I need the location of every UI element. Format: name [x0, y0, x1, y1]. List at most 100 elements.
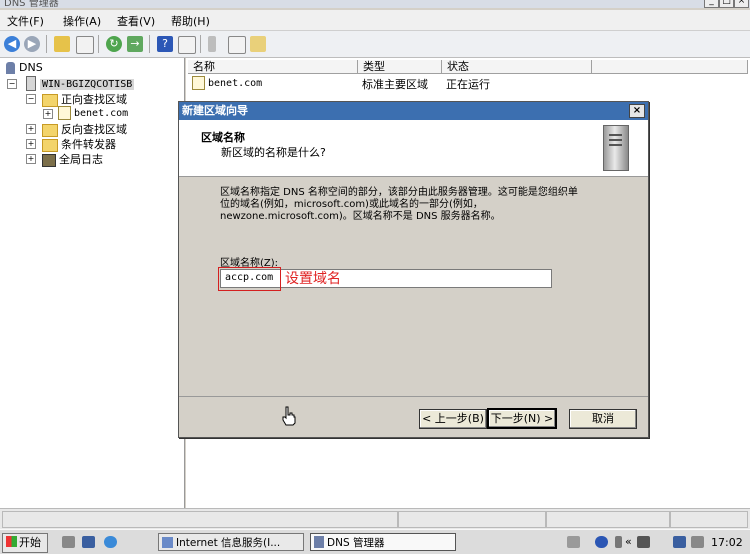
- folder-icon: [42, 93, 58, 107]
- status-segment: [670, 511, 748, 528]
- tree-node-conditional-forwarders[interactable]: 条件转发器: [42, 136, 116, 152]
- new-zone-wizard-dialog: 新建区域向导 × 区域名称 新区域的名称是什么? 区域名称指定 DNS 名称空间…: [178, 101, 649, 438]
- expand-toggle[interactable]: +: [26, 139, 36, 149]
- back-arrow-icon[interactable]: ◀: [4, 36, 20, 52]
- close-window-button[interactable]: ×: [734, 0, 749, 8]
- toolbar-separator: [46, 35, 47, 53]
- window-title: DNS 管理器: [4, 0, 59, 8]
- folder-icon: [42, 123, 58, 137]
- list-row-type: 标准主要区域: [362, 78, 428, 91]
- server-graphic-icon: [603, 125, 629, 171]
- tree-label: 条件转发器: [61, 138, 116, 151]
- start-button[interactable]: 开始: [2, 533, 48, 553]
- minimize-button[interactable]: _: [704, 0, 719, 8]
- tree-label: benet.com: [74, 108, 129, 119]
- tree-label: DNS: [19, 61, 43, 74]
- tree-label: WIN-BGIZQCOTISB: [40, 78, 135, 90]
- tree-node-benet-zone[interactable]: benet.com: [58, 106, 128, 120]
- dialog-close-button[interactable]: ×: [629, 104, 645, 118]
- show-hide-tree-icon[interactable]: [76, 36, 94, 54]
- menu-file[interactable]: 文件(F): [7, 13, 44, 29]
- expand-toggle[interactable]: +: [26, 124, 36, 134]
- windows-logo-icon: [6, 536, 17, 547]
- status-bar: [0, 508, 750, 529]
- server-icon[interactable]: [208, 36, 216, 52]
- tray-icon[interactable]: [567, 536, 580, 548]
- keyboard-icon[interactable]: [637, 536, 650, 548]
- refresh-icon[interactable]: ↻: [106, 36, 122, 52]
- system-tray: « 17:02: [565, 533, 748, 551]
- expand-toggle[interactable]: +: [26, 154, 36, 164]
- zone-icon[interactable]: [250, 36, 266, 52]
- collapse-toggle[interactable]: −: [7, 79, 17, 89]
- column-header-name[interactable]: 名称: [188, 60, 358, 74]
- tree-node-forward-zones[interactable]: 正向查找区域: [42, 91, 127, 107]
- help-tray-icon[interactable]: [595, 536, 608, 548]
- next-button[interactable]: 下一步(N) >: [487, 408, 557, 429]
- dns-root-icon: [6, 62, 15, 74]
- list-row-name[interactable]: benet.com: [192, 76, 262, 90]
- menu-bar: 文件(F) 操作(A) 查看(V) 帮助(H): [0, 10, 750, 31]
- menu-help[interactable]: 帮助(H): [171, 13, 210, 29]
- toolbar-separator: [200, 35, 201, 53]
- start-label: 开始: [19, 536, 41, 549]
- menu-action[interactable]: 操作(A): [63, 13, 101, 29]
- toolbar-separator: [149, 35, 150, 53]
- status-segment: [398, 511, 546, 528]
- tree-node-dns[interactable]: DNS: [6, 61, 43, 74]
- column-header-status[interactable]: 状态: [442, 60, 592, 74]
- tree-node-global-logs[interactable]: 全局日志: [42, 151, 103, 167]
- taskbar: 开始 Internet 信息服务(I... DNS 管理器 « 17:02: [0, 529, 750, 554]
- network-icon[interactable]: [673, 536, 686, 548]
- taskbar-task-dns[interactable]: DNS 管理器: [310, 533, 456, 551]
- dialog-titlebar: 新建区域向导 ×: [179, 102, 648, 120]
- help-icon[interactable]: ?: [157, 36, 173, 52]
- description-line: 区域名称指定 DNS 名称空间的部分，该部分由此服务器管理。这可能是您组织单: [220, 187, 578, 198]
- server-manager-icon[interactable]: [62, 536, 75, 548]
- expand-toggle[interactable]: +: [43, 109, 53, 119]
- tree-node-reverse-zones[interactable]: 反向查找区域: [42, 121, 127, 137]
- server-icon: [26, 76, 36, 91]
- console-tree: DNS − WIN-BGIZQCOTISB − 正向查找区域 + benet.c…: [0, 58, 185, 508]
- list-icon[interactable]: [228, 36, 246, 54]
- task-label: DNS 管理器: [327, 537, 385, 549]
- maximize-button[interactable]: □: [719, 0, 734, 8]
- properties-icon[interactable]: [178, 36, 196, 54]
- tree-label: 反向查找区域: [61, 123, 127, 136]
- zone-description: 区域名称指定 DNS 名称空间的部分，该部分由此服务器管理。这可能是您组织单 位…: [220, 187, 578, 223]
- clock: 17:02: [711, 536, 743, 549]
- dialog-header-subtitle: 新区域的名称是什么?: [221, 146, 326, 159]
- annotation-label: 设置域名: [285, 271, 341, 287]
- task-label: Internet 信息服务(I...: [176, 537, 281, 549]
- list-row-status: 正在运行: [446, 78, 490, 91]
- dialog-footer: < 上一步(B) 下一步(N) > 取消: [179, 396, 648, 438]
- status-segment: [2, 511, 398, 528]
- internet-explorer-icon[interactable]: [104, 536, 117, 548]
- zone-icon: [192, 76, 205, 90]
- collapse-toggle[interactable]: −: [26, 94, 36, 104]
- back-button[interactable]: < 上一步(B): [419, 409, 487, 429]
- dialog-header-title: 区域名称: [201, 131, 245, 144]
- dialog-header: 区域名称 新区域的名称是什么?: [179, 120, 648, 177]
- chevron-left-icon[interactable]: «: [625, 535, 632, 548]
- volume-icon[interactable]: [691, 536, 704, 548]
- toolbar-separator: [98, 35, 99, 53]
- cancel-button[interactable]: 取消: [569, 409, 637, 429]
- tree-node-server[interactable]: WIN-BGIZQCOTISB: [26, 76, 135, 91]
- export-icon[interactable]: →: [127, 36, 143, 52]
- window-titlebar: DNS 管理器 _ □ ×: [0, 0, 750, 8]
- taskbar-task-iis[interactable]: Internet 信息服务(I...: [158, 533, 304, 551]
- column-header-type[interactable]: 类型: [358, 60, 442, 74]
- menu-view[interactable]: 查看(V): [117, 13, 155, 29]
- ime-icon[interactable]: [615, 536, 622, 548]
- annotation-highlight-box: [218, 267, 281, 291]
- powershell-icon[interactable]: [82, 536, 95, 548]
- tree-label: 全局日志: [59, 153, 103, 166]
- log-icon: [42, 153, 56, 167]
- description-line: 位的域名(例如，microsoft.com)或此域名的一部分(例如，: [220, 199, 483, 210]
- dns-icon: [314, 536, 324, 548]
- up-folder-icon[interactable]: [54, 36, 70, 52]
- description-line: newzone.microsoft.com)。区域名称不是 DNS 服务器名称。: [220, 211, 501, 222]
- forward-arrow-icon[interactable]: ▶: [24, 36, 40, 52]
- column-header-empty: [592, 60, 748, 74]
